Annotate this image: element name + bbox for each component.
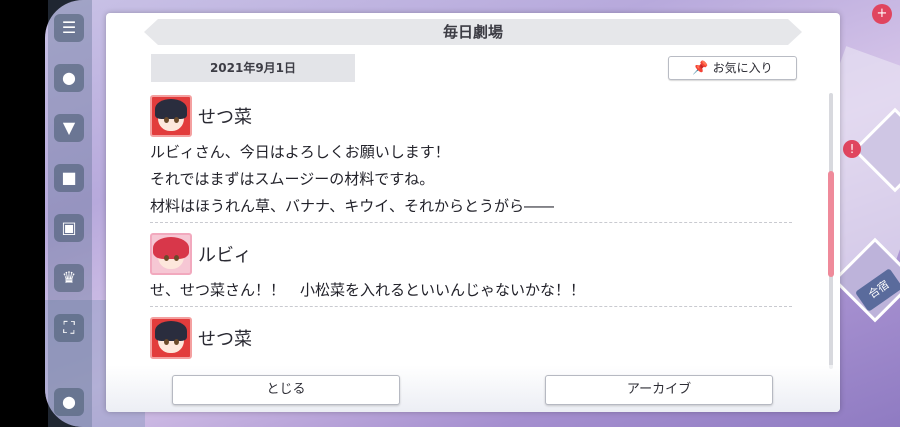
dialogue-entry: せつ菜 ルビィさん、今日はよろしくお願いします！ それではまずはスムージーの材料… bbox=[150, 93, 796, 223]
avatar-ruby bbox=[150, 233, 192, 275]
archive-button[interactable]: アーカイブ bbox=[545, 375, 773, 405]
speaker-row: せつ菜 bbox=[150, 93, 796, 139]
favorite-button[interactable]: 📌 お気に入り bbox=[668, 56, 797, 80]
dialogue-line: それではまずはスムージーの材料ですね。 bbox=[150, 170, 435, 188]
divider bbox=[150, 222, 792, 223]
expand-icon[interactable]: ⛶ bbox=[54, 314, 84, 342]
speaker-row: ルビィ bbox=[150, 231, 796, 277]
dialogue-scroll-area[interactable]: せつ菜 ルビィさん、今日はよろしくお願いします！ それではまずはスムージーの材料… bbox=[150, 93, 796, 369]
avatar-setsuna bbox=[150, 95, 192, 137]
chat-icon[interactable]: ● bbox=[54, 64, 84, 92]
gift-icon[interactable]: ■ bbox=[54, 164, 84, 192]
dialogue-entry: ルビィ せ、せつ菜さん！！ 小松菜を入れるといいんじゃないかな！！ bbox=[150, 231, 796, 307]
menu-icon[interactable]: ☰ bbox=[54, 14, 84, 42]
dialogue-entry: せつ菜 bbox=[150, 315, 796, 361]
pin-icon: 📌 bbox=[692, 61, 709, 76]
speaker-name: せつ菜 bbox=[198, 329, 252, 350]
avatar-setsuna bbox=[150, 317, 192, 359]
favorite-label: お気に入り bbox=[712, 61, 773, 75]
dialogue-line: 材料はほうれん草、バナナ、キウイ、それからとうがら―― bbox=[150, 197, 554, 215]
divider bbox=[150, 306, 792, 307]
speaker-name: ルビィ bbox=[198, 245, 252, 266]
scrollbar-thumb[interactable] bbox=[828, 171, 834, 277]
speaker-name: せつ菜 bbox=[198, 107, 252, 128]
notification-badge-icon: + bbox=[872, 4, 892, 24]
daily-theater-dialog: 毎日劇場 2021年9月1日 📌 お気に入り せつ菜 ルビィさん、今日はよろしくお… bbox=[106, 13, 840, 412]
close-button[interactable]: とじる bbox=[172, 375, 400, 405]
shirt-icon[interactable]: ▼ bbox=[54, 114, 84, 142]
screen-icon[interactable]: ▣ bbox=[54, 214, 84, 242]
dialog-title: 毎日劇場 bbox=[442, 23, 503, 41]
dialogue-line: せ、せつ菜さん！！ 小松菜を入れるといいんじゃないかな！！ bbox=[150, 281, 586, 299]
alert-badge-icon: ! bbox=[843, 140, 861, 158]
speaker-row: せつ菜 bbox=[150, 315, 796, 361]
date-label: 2021年9月1日 bbox=[151, 54, 355, 82]
trophy-icon[interactable]: ♛ bbox=[54, 264, 84, 292]
dialogue-line: ルビィさん、今日はよろしくお願いします！ bbox=[150, 143, 450, 161]
profile-icon[interactable]: ● bbox=[54, 388, 84, 416]
